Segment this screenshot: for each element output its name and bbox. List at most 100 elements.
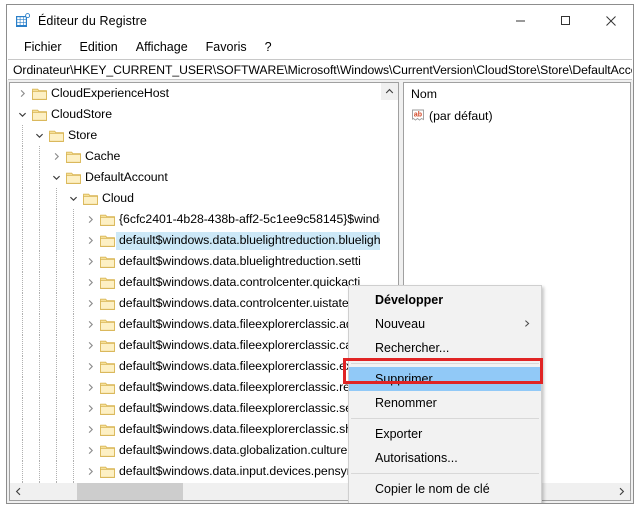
context-menu-item[interactable]: Supprimer bbox=[349, 367, 541, 391]
chevron-right-icon[interactable] bbox=[14, 83, 31, 104]
chevron-down-icon[interactable] bbox=[48, 167, 65, 188]
folder-icon bbox=[99, 314, 116, 335]
chevron-right-icon[interactable] bbox=[82, 461, 99, 482]
menu-edition[interactable]: Edition bbox=[71, 38, 127, 57]
tree-connector-line bbox=[56, 209, 57, 230]
menu-aide[interactable]: ? bbox=[256, 38, 281, 57]
tree-item[interactable]: default$windows.data.fileexplorerclassic… bbox=[10, 314, 381, 335]
folder-icon bbox=[99, 377, 116, 398]
tree-connector-line bbox=[39, 209, 40, 230]
context-menu-separator bbox=[351, 418, 539, 419]
tree-item[interactable]: CloudExperienceHost bbox=[10, 83, 381, 104]
menu-favoris[interactable]: Favoris bbox=[197, 38, 256, 57]
tree-connector-line bbox=[39, 356, 40, 377]
tree-item[interactable]: Cache bbox=[10, 146, 381, 167]
folder-icon bbox=[65, 167, 82, 188]
tree-item[interactable]: default$windows.data.globalization.cultu… bbox=[10, 440, 381, 461]
chevron-right-icon[interactable] bbox=[82, 335, 99, 356]
registry-tree[interactable]: CloudExperienceHost CloudStore Store Cache D… bbox=[10, 83, 381, 483]
tree-item[interactable]: Cloud bbox=[10, 188, 381, 209]
column-name: Nom bbox=[411, 87, 437, 101]
tree-item[interactable]: DefaultAccount bbox=[10, 167, 381, 188]
scroll-left-arrow-icon[interactable] bbox=[10, 483, 27, 500]
tree-item[interactable]: Store bbox=[10, 125, 381, 146]
chevron-right-icon[interactable] bbox=[82, 440, 99, 461]
context-menu-item[interactable]: Copier le nom de clé bbox=[349, 477, 541, 501]
values-column-header[interactable]: Nom bbox=[404, 83, 630, 106]
chevron-down-icon[interactable] bbox=[65, 188, 82, 209]
chevron-right-icon[interactable] bbox=[82, 398, 99, 419]
tree-item-label: default$windows.data.fileexplorerclassic… bbox=[119, 316, 373, 331]
scroll-right-arrow-icon[interactable] bbox=[613, 483, 630, 500]
folder-icon bbox=[99, 461, 116, 482]
values-list[interactable]: ab (par défaut) bbox=[404, 106, 630, 126]
context-menu-item[interactable]: Renommer bbox=[349, 391, 541, 415]
tree-connector-line bbox=[22, 293, 23, 314]
menu-fichier[interactable]: Fichier bbox=[15, 38, 71, 57]
tree-connector-line bbox=[56, 230, 57, 251]
folder-icon bbox=[99, 440, 116, 461]
folder-icon bbox=[82, 188, 99, 209]
tree-item[interactable]: default$windows.data.fileexplorerclassic… bbox=[10, 335, 381, 356]
chevron-right-icon[interactable] bbox=[82, 314, 99, 335]
tree-item[interactable]: {6cfc2401-4b28-438b-aff2-5c1ee9c58145}$w… bbox=[10, 209, 381, 230]
context-menu-item[interactable]: Exporter bbox=[349, 422, 541, 446]
context-menu-item[interactable]: Rechercher... bbox=[349, 336, 541, 360]
tree-connector-line bbox=[39, 230, 40, 251]
tree-connector-line bbox=[73, 335, 74, 356]
chevron-right-icon[interactable] bbox=[82, 293, 99, 314]
tree-connector-line bbox=[56, 314, 57, 335]
scroll-up-arrow-icon[interactable] bbox=[381, 83, 398, 100]
chevron-right-icon[interactable] bbox=[82, 356, 99, 377]
menu-affichage[interactable]: Affichage bbox=[127, 38, 197, 57]
chevron-down-icon[interactable] bbox=[14, 104, 31, 125]
tree-item[interactable]: default$windows.data.bluelightreduction.… bbox=[10, 251, 381, 272]
chevron-right-icon[interactable] bbox=[82, 230, 99, 251]
tree-connector-line bbox=[56, 293, 57, 314]
tree-hscroll-thumb[interactable] bbox=[76, 483, 183, 500]
chevron-right-icon[interactable] bbox=[82, 377, 99, 398]
tree-item[interactable]: CloudStore bbox=[10, 104, 381, 125]
tree-item[interactable]: default$windows.data.fileexplorerclassic… bbox=[10, 419, 381, 440]
chevron-right-icon[interactable] bbox=[82, 272, 99, 293]
chevron-down-icon[interactable] bbox=[31, 125, 48, 146]
tree-connector-line bbox=[56, 356, 57, 377]
maximize-button[interactable] bbox=[543, 5, 588, 36]
chevron-right-icon[interactable] bbox=[48, 146, 65, 167]
tree-connector-line bbox=[73, 293, 74, 314]
folder-icon bbox=[31, 83, 48, 104]
chevron-right-icon[interactable] bbox=[82, 419, 99, 440]
tree-item[interactable]: default$windows.data.bluelightreduction.… bbox=[10, 230, 381, 251]
tree-item[interactable]: default$windows.data.fileexplorerclassic… bbox=[10, 377, 381, 398]
tree-connector-line bbox=[22, 314, 23, 335]
context-menu-item[interactable]: Développer bbox=[349, 288, 541, 312]
minimize-button[interactable] bbox=[498, 5, 543, 36]
chevron-right-icon[interactable] bbox=[82, 209, 99, 230]
context-menu-item[interactable]: Autorisations... bbox=[349, 446, 541, 470]
address-bar[interactable]: Ordinateur\HKEY_CURRENT_USER\SOFTWARE\Mi… bbox=[8, 59, 632, 80]
context-menu-item[interactable]: Nouveau bbox=[349, 312, 541, 336]
tree-item[interactable]: default$windows.data.controlcenter.quick… bbox=[10, 272, 381, 293]
value-name: (par défaut) bbox=[429, 109, 493, 123]
tree-item[interactable]: default$windows.data.controlcenter.uista… bbox=[10, 293, 381, 314]
context-menu-item-label: Supprimer bbox=[375, 372, 433, 386]
tree-connector-line bbox=[56, 251, 57, 272]
tree-hscroll-track[interactable] bbox=[27, 483, 381, 500]
tree-item[interactable]: default$windows.data.fileexplorerclassic… bbox=[10, 356, 381, 377]
tree-horizontal-scrollbar[interactable] bbox=[10, 483, 398, 500]
close-button[interactable] bbox=[588, 5, 633, 36]
tree-item[interactable]: default$windows.data.fileexplorerclassic… bbox=[10, 398, 381, 419]
context-menu[interactable]: Développer Nouveau Rechercher... Supprimer R… bbox=[348, 285, 542, 503]
folder-icon bbox=[31, 104, 48, 125]
chevron-right-icon[interactable] bbox=[82, 251, 99, 272]
tree-item-label: default$windows.data.controlcenter.uista… bbox=[119, 295, 349, 310]
folder-icon bbox=[99, 272, 116, 293]
tree-item[interactable]: default$windows.data.input.devices.pensy… bbox=[10, 461, 381, 482]
context-menu-item-label: Rechercher... bbox=[375, 341, 450, 355]
value-row[interactable]: ab (par défaut) bbox=[404, 106, 630, 126]
